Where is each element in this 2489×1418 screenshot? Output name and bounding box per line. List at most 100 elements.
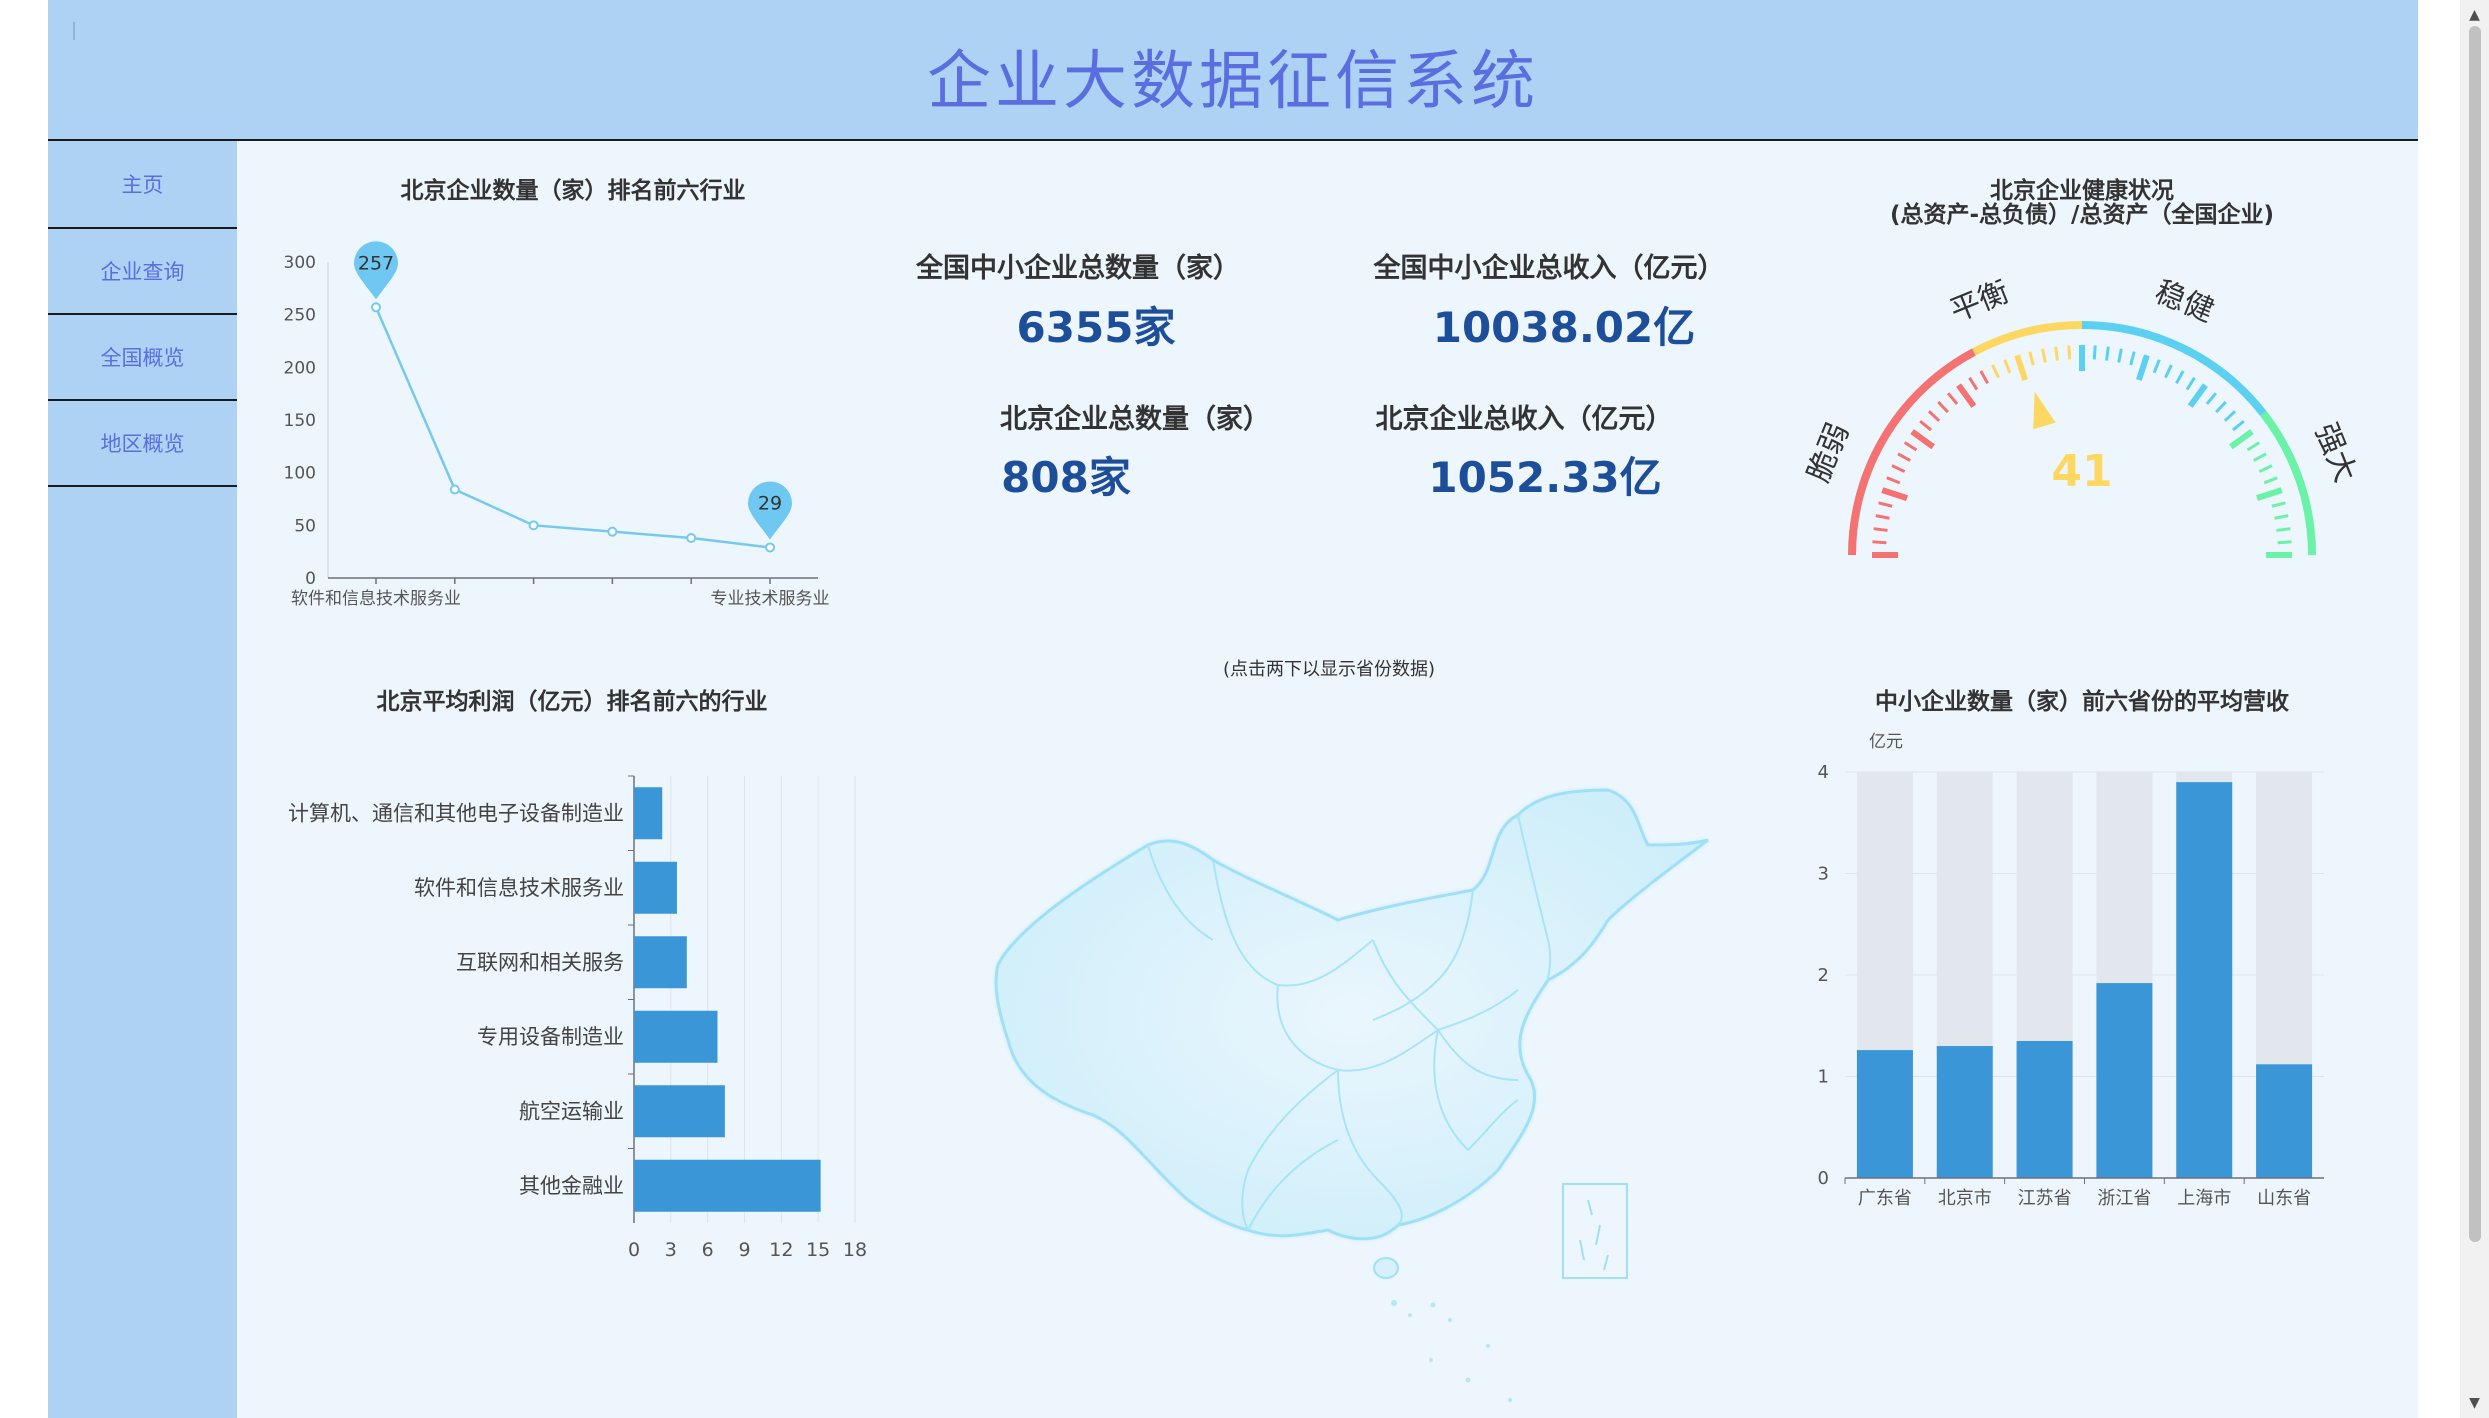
gauge-tick <box>1968 376 1979 391</box>
line-pin-marker[interactable]: 29 <box>748 481 792 540</box>
hbar-chart-profit: 北京平均利润（亿元）排名前六的行业 计算机、通信和其他电子设备制造业软件和信息技… <box>288 688 867 1261</box>
vbar-bar[interactable] <box>2176 782 2233 1178</box>
gauge-pointer <box>2033 391 2056 430</box>
hbar-category-label: 其他金融业 <box>519 1174 624 1198</box>
hbar-x-tick-label: 3 <box>665 1239 677 1261</box>
line-point[interactable] <box>449 484 460 495</box>
vertical-scrollbar[interactable]: ▲ ▼ <box>2460 0 2489 1418</box>
gauge-tick <box>2014 354 2028 381</box>
gauge-tick <box>1946 392 1959 405</box>
china-map-outline[interactable] <box>994 788 1709 1241</box>
vbar-category-label: 上海市 <box>2177 1188 2231 1209</box>
hbar-category-label: 专用设备制造业 <box>477 1025 624 1049</box>
gauge-tick <box>1897 452 1911 462</box>
gauge-tick <box>2003 359 2012 374</box>
gauge-title: 北京企业健康状况 <box>1990 177 2174 204</box>
hbar-bar[interactable] <box>634 1010 718 1063</box>
scroll-up-arrow-icon[interactable]: ▲ <box>2460 8 2489 22</box>
gauge-tick <box>2271 501 2286 508</box>
hbar-x-tick-label: 6 <box>702 1239 714 1261</box>
gauge-tick <box>2054 346 2059 361</box>
vbar-bar[interactable] <box>2256 1064 2313 1178</box>
stat-national-income-value: 10038.02亿 <box>1433 303 1696 352</box>
hbar-bar[interactable] <box>634 787 663 840</box>
line-y-tick-label: 250 <box>284 306 316 326</box>
vbar-category-label: 江苏省 <box>2018 1188 2072 1209</box>
line-y-tick-label: 0 <box>305 569 316 589</box>
gauge-tick <box>2276 527 2291 532</box>
map-hint: (点击两下以显示省份数据) <box>1223 659 1435 680</box>
gauge-arc-segment <box>2260 410 2316 556</box>
gauge-tick <box>2067 345 2072 360</box>
line-pin-marker[interactable]: 257 <box>354 241 398 300</box>
gauge-tick <box>1886 476 1901 485</box>
vbar-y-tick-label: 0 <box>1818 1168 1829 1189</box>
gauge-tick <box>2274 514 2289 520</box>
gauge-tick <box>2092 345 2097 360</box>
line-x-tick-label: 软件和信息技术服务业 <box>291 589 461 609</box>
vbar-y-tick-label: 1 <box>1818 1067 1829 1088</box>
gauge-tick <box>2105 346 2110 361</box>
line-y-tick-label: 300 <box>284 253 316 273</box>
vbar-category-label: 广东省 <box>1858 1188 1912 1209</box>
gauge-tick <box>2253 452 2267 462</box>
gauge-tick <box>2041 348 2047 363</box>
hbar-bar[interactable] <box>634 861 677 914</box>
gauge-tick <box>2232 419 2245 432</box>
gauge-zone-label: 平衡 <box>1945 274 2014 329</box>
hbar-chart-title: 北京平均利润（亿元）排名前六的行业 <box>377 688 768 715</box>
gauge-zone-label: 强大 <box>2308 418 2363 487</box>
app-window: 企业大数据征信系统 主页 企业查询 全国概览 地区概览 北京企业数量（家）排名前… <box>48 0 2418 1418</box>
stat-beijing-income-value: 1052.33亿 <box>1428 453 1661 502</box>
line-point[interactable] <box>686 532 697 543</box>
hbar-category-label: 互联网和相关服务 <box>456 950 624 974</box>
gauge-value: 41 <box>2051 446 2112 497</box>
south-sea-islands <box>1391 1300 1512 1402</box>
gauge-tick <box>2185 376 2196 391</box>
line-point[interactable] <box>371 302 381 313</box>
gauge-tick <box>2263 476 2278 485</box>
gauge-tick <box>1919 419 1932 432</box>
hbar-x-tick-label: 0 <box>628 1239 640 1261</box>
hbar-x-tick-label: 9 <box>738 1239 750 1261</box>
vbar-bar[interactable] <box>1936 1046 1993 1178</box>
vbar-bar[interactable] <box>2016 1040 2073 1178</box>
gauge-tick <box>2223 410 2237 422</box>
gauge-zone-label: 脆弱 <box>1801 418 1856 487</box>
china-map[interactable]: (点击两下以显示省份数据) <box>994 659 1709 1402</box>
hbar-category-label: 软件和信息技术服务业 <box>414 876 624 900</box>
dashboard-canvas: 北京企业数量（家）排名前六行业 050100150200250300 软件和信息… <box>284 177 2363 1402</box>
line-x-tick-label: 专业技术服务业 <box>711 589 830 609</box>
line-y-tick-label: 100 <box>284 464 316 484</box>
gauge-tick <box>1872 540 1887 545</box>
scrollbar-thumb[interactable] <box>2469 26 2481 1242</box>
gauge-tick <box>1910 429 1935 450</box>
hbar-bar[interactable] <box>634 1159 821 1212</box>
gauge-tick <box>2205 392 2218 405</box>
gauge-tick <box>2164 364 2173 379</box>
line-point[interactable] <box>607 526 618 537</box>
line-y-tick-label: 200 <box>284 358 316 378</box>
gauge-arc-segment <box>2081 321 2267 416</box>
line-point[interactable] <box>765 542 775 553</box>
hbar-bar[interactable] <box>634 1085 725 1138</box>
gauge-tick <box>2152 359 2161 374</box>
gauge-tick <box>2028 351 2035 366</box>
line-series <box>374 306 771 549</box>
hbar-bar[interactable] <box>634 936 687 989</box>
hbar-x-tick-label: 18 <box>843 1239 867 1261</box>
gauge-tick <box>1927 410 1941 422</box>
vbar-bar[interactable] <box>1856 1050 1913 1178</box>
line-chart-title: 北京企业数量（家）排名前六行业 <box>401 177 746 204</box>
inset-islands <box>1579 1199 1609 1271</box>
scroll-down-arrow-icon[interactable]: ▼ <box>2460 1396 2489 1410</box>
gauge-subtitle: (总资产-总负债）/总资产（全国企业) <box>1890 201 2274 228</box>
gauge-tick <box>1903 441 1918 452</box>
gauge-tick <box>2187 383 2208 408</box>
vbar-bar[interactable] <box>2096 983 2153 1178</box>
pin-label: 29 <box>758 492 782 514</box>
line-point[interactable] <box>528 520 539 531</box>
vbar-category-label: 北京市 <box>1938 1188 1992 1209</box>
south-china-sea-inset <box>1562 1183 1628 1279</box>
gauge-arc-segment <box>1972 321 2083 356</box>
